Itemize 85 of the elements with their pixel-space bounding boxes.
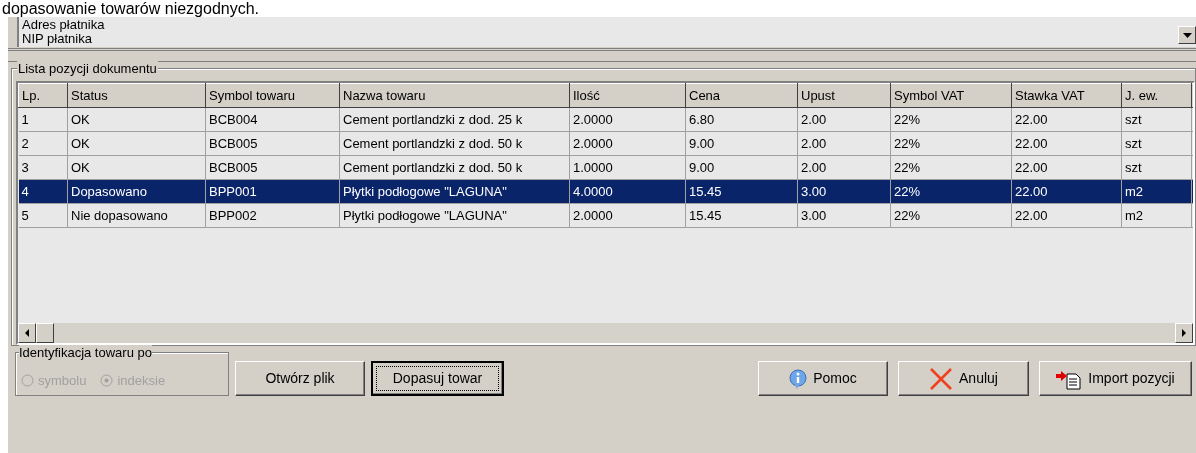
table-cell: 4.0000 — [569, 179, 686, 204]
column-header[interactable]: Symbol towaru — [205, 83, 340, 108]
table-cell: Płytki podłogowe "LAGUNA" — [339, 179, 570, 204]
table-cell: 5 — [18, 203, 68, 228]
table-cell: BPP001 — [205, 179, 340, 204]
table-cell: 15.45 — [685, 179, 798, 204]
table-cell: OK — [67, 155, 206, 180]
table-cell: 22% — [890, 155, 1012, 180]
table-cell: 3.00 — [797, 203, 891, 228]
table-cell: 22% — [890, 179, 1012, 204]
table-cell: 3.00 — [797, 179, 891, 204]
table-cell: Cement portlandzki z dod. 50 k — [339, 155, 570, 180]
table-cell: szt — [1121, 107, 1192, 132]
table-row[interactable]: 2 OK BCB005 Cement portlandzki z dod. 50 k 2.0000 9.00 2.00 22% 22.00 szt — [18, 131, 1193, 156]
column-header[interactable]: Status — [67, 83, 206, 108]
table-cell: 6.80 — [685, 107, 798, 132]
column-header[interactable]: Stawka VAT — [1011, 83, 1122, 108]
table-cell: szt — [1121, 131, 1192, 156]
info-icon — [789, 368, 808, 389]
column-header[interactable]: Nazwa towaru — [339, 83, 570, 108]
table-cell: 2.0000 — [569, 107, 686, 132]
table-cell: 22.00 — [1011, 107, 1122, 132]
field-label: Adres płatnika — [22, 18, 105, 32]
dropdown-button[interactable] — [1178, 26, 1196, 44]
table-cell: 22% — [890, 203, 1012, 228]
button[interactable]: Dopasuj towar — [371, 361, 504, 396]
table-row[interactable]: 1 OK BCB004 Cement portlandzki z dod. 25 k 2.0000 6.80 2.00 22% 22.00 szt — [18, 107, 1193, 132]
scroll-thumb[interactable] — [36, 323, 54, 343]
column-header[interactable]: J. ew. — [1121, 83, 1192, 108]
table-cell: 9.00 — [685, 131, 798, 156]
table-cell: 1.0000 — [569, 155, 686, 180]
button[interactable]: Pomoc — [758, 361, 888, 396]
table-cell: 1 — [18, 107, 68, 132]
table-cell: szt — [1121, 155, 1192, 180]
table-cell: 22.00 — [1011, 179, 1122, 204]
caption-text: dopasowanie towarów niezgodnych. — [2, 0, 260, 17]
column-header[interactable]: Ilość — [569, 83, 686, 108]
button[interactable]: Anuluj — [898, 361, 1029, 396]
close-icon — [929, 366, 954, 391]
group-title: Lista pozycji dokumentu — [17, 61, 158, 76]
left-arrow-icon — [25, 329, 29, 337]
table-cell: BCB004 — [205, 107, 340, 132]
table-cell: m2 — [1121, 203, 1192, 228]
field-label: NIP płatnika — [22, 32, 92, 46]
table-cell: 4 — [18, 179, 68, 204]
table-cell: 22.00 — [1011, 155, 1122, 180]
table-cell: Cement portlandzki z dod. 25 k — [339, 107, 570, 132]
table-cell: Płytki podłogowe "LAGUNA" — [339, 203, 570, 228]
table-cell: 2.0000 — [569, 131, 686, 156]
table-cell: 2.00 — [797, 107, 891, 132]
table-row[interactable]: 3 OK BCB005 Cement portlandzki z dod. 50 k 1.0000 9.00 2.00 22% 22.00 szt — [18, 155, 1193, 180]
group-title: Identyfikacja towaru po — [19, 345, 152, 360]
table-row[interactable]: 5 Nie dopasowano BPP002 Płytki podłogowe "LAGUNA" 2.0000 15.45 3.00 22% 22.00 m2 — [18, 203, 1193, 228]
table-cell: Cement portlandzki z dod. 50 k — [339, 131, 570, 156]
table-cell: 15.45 — [685, 203, 798, 228]
column-header[interactable]: Lp. — [18, 83, 68, 108]
table-cell: Nie dopasowano — [67, 203, 206, 228]
table-cell: 22% — [890, 131, 1012, 156]
button[interactable]: Import pozycji — [1039, 361, 1192, 396]
table-cell: 9.00 — [685, 155, 798, 180]
table-cell: BCB005 — [205, 131, 340, 156]
right-arrow-icon — [1182, 329, 1186, 337]
button[interactable]: Otwórz plik — [235, 361, 365, 396]
table-cell: 2.00 — [797, 155, 891, 180]
column-header[interactable]: Cena — [685, 83, 798, 108]
table-cell: BPP002 — [205, 203, 340, 228]
table-cell: OK — [67, 131, 206, 156]
table-cell: Dopasowano — [67, 179, 206, 204]
horizontal-scrollbar[interactable] — [18, 323, 1193, 343]
table-cell: BCB005 — [205, 155, 340, 180]
table-cell: 2 — [18, 131, 68, 156]
table-cell: 22% — [890, 107, 1012, 132]
table-cell: OK — [67, 107, 206, 132]
scroll-right-button[interactable] — [1175, 323, 1193, 343]
column-header[interactable]: Upust — [797, 83, 891, 108]
column-header[interactable]: Symbol VAT — [890, 83, 1012, 108]
dropdown-arrow-icon — [1182, 32, 1192, 38]
table-cell: 3 — [18, 155, 68, 180]
table-row[interactable]: 4 Dopasowano BPP001 Płytki podłogowe "LAGUNA" 4.0000 15.45 3.00 22% 22.00 m2 — [18, 179, 1193, 204]
scroll-left-button[interactable] — [18, 323, 36, 343]
table-cell: 2.0000 — [569, 203, 686, 228]
table-cell: 2.00 — [797, 131, 891, 156]
payer-info-field[interactable]: Adres płatnika NIP płatnika — [17, 17, 1196, 47]
table-cell: 22.00 — [1011, 203, 1122, 228]
table-cell: 22.00 — [1011, 131, 1122, 156]
